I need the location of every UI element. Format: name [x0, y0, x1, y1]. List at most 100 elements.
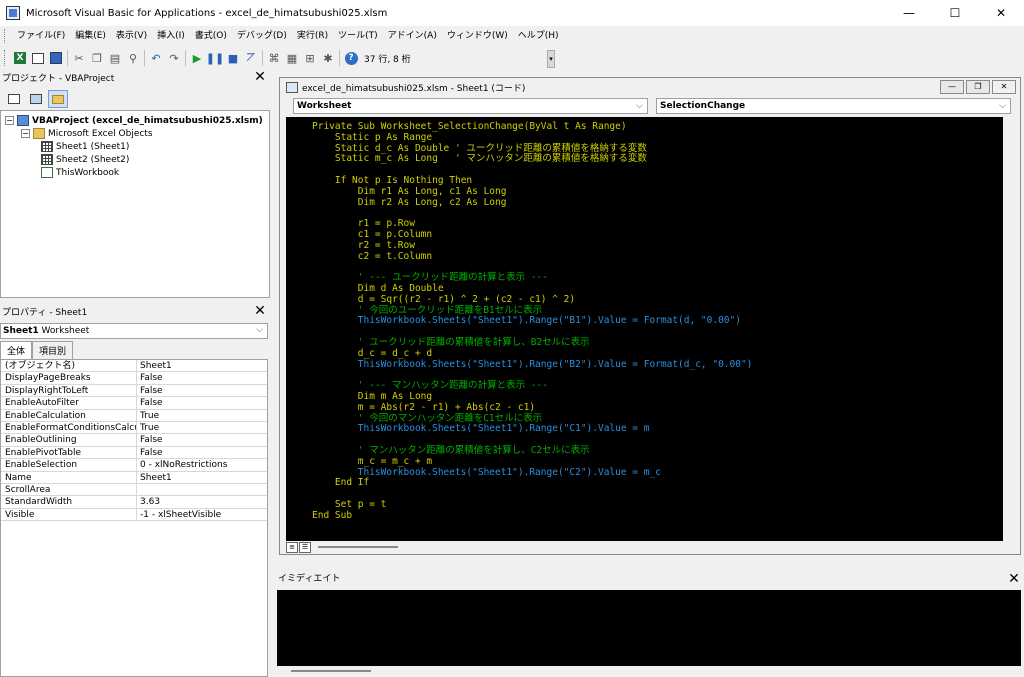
immediate-window[interactable]: [277, 590, 1021, 666]
design-mode-icon[interactable]: ⦢: [242, 49, 260, 67]
view-object-icon[interactable]: [26, 90, 46, 108]
menu-addins[interactable]: アドイン(A): [383, 27, 442, 45]
property-value[interactable]: False: [137, 434, 267, 445]
menu-view[interactable]: 表示(V): [111, 27, 152, 45]
property-row[interactable]: EnableSelection 0 - xlNoRestrictions: [1, 459, 267, 472]
project-close-icon[interactable]: ✕: [252, 69, 268, 85]
minimize-icon[interactable]: —: [940, 80, 964, 94]
scrollbar-thumb[interactable]: [291, 670, 371, 672]
code-line[interactable]: Dim m As Long: [312, 391, 432, 402]
code-line[interactable]: ' --- ユークリッド距離の計算と表示 ---: [312, 272, 548, 283]
minimize-button[interactable]: —: [886, 0, 932, 26]
tree-item-sheet1[interactable]: Sheet1 (Sheet1): [41, 140, 129, 153]
code-line[interactable]: ' マンハッタン距離の累積値を計算し、C2セルに表示: [312, 445, 590, 456]
code-line[interactable]: r1 = p.Row: [312, 218, 415, 229]
vertical-scrollbar[interactable]: [1003, 117, 1016, 541]
insert-module-icon[interactable]: [29, 49, 47, 67]
property-row[interactable]: DisplayRightToLeft False: [1, 384, 267, 398]
break-icon[interactable]: ❚❚: [206, 49, 224, 67]
property-value[interactable]: Sheet1: [137, 360, 267, 371]
code-line[interactable]: Set p = t: [312, 499, 386, 510]
property-value[interactable]: 3.63: [137, 496, 267, 507]
property-value[interactable]: 0 - xlNoRestrictions: [137, 459, 267, 470]
property-value[interactable]: True: [137, 410, 267, 421]
menubar-grip[interactable]: [4, 29, 8, 43]
code-line[interactable]: Static p As Range: [312, 132, 432, 143]
property-row[interactable]: EnableFormatConditionsCalculationTrue: [1, 421, 267, 435]
menu-insert[interactable]: 挿入(I): [152, 27, 190, 45]
code-line[interactable]: ' 今回のマンハッタン距離をC1セルに表示: [312, 413, 542, 424]
property-value[interactable]: Sheet1: [137, 472, 267, 483]
toolbox-icon[interactable]: ✱: [319, 49, 337, 67]
cut-icon[interactable]: ✂: [70, 49, 88, 67]
object-browser-icon[interactable]: ⊞: [301, 49, 319, 67]
code-line[interactable]: Static d_c As Double ' ユークリッド距離の累積値を格納する…: [312, 143, 647, 154]
close-icon[interactable]: ✕: [992, 80, 1016, 94]
menu-run[interactable]: 実行(R): [292, 27, 333, 45]
code-line[interactable]: m_c = m_c + m: [312, 456, 432, 467]
code-line[interactable]: r2 = t.Row: [312, 240, 415, 251]
run-icon[interactable]: ▶: [188, 49, 206, 67]
menu-edit[interactable]: 編集(E): [70, 27, 111, 45]
code-line[interactable]: Private Sub Worksheet_SelectionChange(By…: [312, 121, 627, 132]
property-row[interactable]: (オブジェクト名) Sheet1: [1, 360, 267, 373]
property-value[interactable]: -1 - xlSheetVisible: [137, 509, 267, 520]
code-line[interactable]: d = Sqr((r2 - r1) ^ 2 + (c2 - c1) ^ 2): [312, 294, 575, 305]
property-row[interactable]: EnableOutlining False: [1, 434, 267, 447]
menu-tools[interactable]: ツール(T): [333, 27, 383, 45]
code-line[interactable]: c1 = p.Column: [312, 229, 432, 240]
tree-root[interactable]: − VBAProject (excel_de_himatsubushi025.x…: [5, 114, 263, 127]
property-value[interactable]: False: [137, 397, 267, 408]
view-code-icon[interactable]: [4, 90, 24, 108]
code-line[interactable]: End Sub: [312, 510, 352, 521]
property-row[interactable]: StandardWidth 3.63: [1, 496, 267, 509]
procedure-view-icon[interactable]: ≡: [286, 541, 298, 553]
code-line[interactable]: ThisWorkbook.Sheets("Sheet1").Range("C2"…: [312, 467, 661, 478]
code-line[interactable]: If Not p Is Nothing Then: [312, 175, 472, 186]
code-line[interactable]: Dim d As Double: [312, 283, 444, 294]
menu-format[interactable]: 書式(O): [190, 27, 232, 45]
property-value[interactable]: False: [137, 385, 267, 396]
tree-item-sheet2[interactable]: Sheet2 (Sheet2): [41, 153, 129, 166]
tab-categorized[interactable]: 項目別: [32, 341, 74, 359]
code-line[interactable]: ' 今回のユークリッド距離をB1セルに表示: [312, 305, 542, 316]
maximize-button[interactable]: ☐: [932, 0, 978, 26]
property-row[interactable]: Name Sheet1: [1, 471, 267, 484]
code-editor[interactable]: Private Sub Worksheet_SelectionChange(By…: [286, 117, 1003, 541]
undo-icon[interactable]: ↶: [147, 49, 165, 67]
procedure-combo[interactable]: SelectionChange ⌵: [656, 98, 1011, 114]
code-line[interactable]: Static m_c As Long ' マンハッタン距離の累積値を格納する変数: [312, 153, 647, 164]
property-row[interactable]: EnablePivotTable False: [1, 446, 267, 460]
object-combo[interactable]: Worksheet ⌵: [293, 98, 648, 114]
toggle-folders-icon[interactable]: [48, 90, 68, 108]
restore-icon[interactable]: ❐: [966, 80, 990, 94]
property-row[interactable]: EnableCalculation True: [1, 409, 267, 422]
tab-alphabetic[interactable]: 全体: [0, 341, 33, 359]
menu-window[interactable]: ウィンドウ(W): [442, 27, 513, 45]
toolbar-options-icon[interactable]: ▾: [547, 50, 555, 68]
tree-folder[interactable]: − Microsoft Excel Objects: [21, 127, 153, 140]
menu-file[interactable]: ファイル(F): [12, 27, 70, 45]
collapse-icon[interactable]: −: [21, 129, 30, 138]
copy-icon[interactable]: ❐: [88, 49, 106, 67]
object-select[interactable]: Sheet1 Worksheet ⌵: [0, 323, 268, 339]
code-line[interactable]: Dim r1 As Long, c1 As Long: [312, 186, 507, 197]
tree-item-thisworkbook[interactable]: ThisWorkbook: [41, 166, 119, 179]
property-value[interactable]: False: [137, 447, 267, 458]
code-line[interactable]: ThisWorkbook.Sheets("Sheet1").Range("B2"…: [312, 359, 753, 370]
reset-icon[interactable]: ■: [224, 49, 242, 67]
redo-icon[interactable]: ↷: [165, 49, 183, 67]
property-value[interactable]: True: [137, 422, 267, 433]
menu-help[interactable]: ヘルプ(H): [513, 27, 564, 45]
immediate-close-icon[interactable]: ✕: [1006, 571, 1022, 587]
close-button[interactable]: ✕: [978, 0, 1024, 26]
property-value[interactable]: False: [137, 372, 267, 383]
code-line[interactable]: d_c = d_c + d: [312, 348, 432, 359]
property-row[interactable]: ScrollArea: [1, 483, 267, 497]
code-line[interactable]: ThisWorkbook.Sheets("Sheet1").Range("C1"…: [312, 423, 650, 434]
code-line[interactable]: m = Abs(r2 - r1) + Abs(c2 - c1): [312, 402, 535, 413]
save-icon[interactable]: [47, 49, 65, 67]
help-icon[interactable]: ?: [342, 49, 360, 67]
properties-icon[interactable]: ▦: [283, 49, 301, 67]
project-explorer-icon[interactable]: ⌘: [265, 49, 283, 67]
